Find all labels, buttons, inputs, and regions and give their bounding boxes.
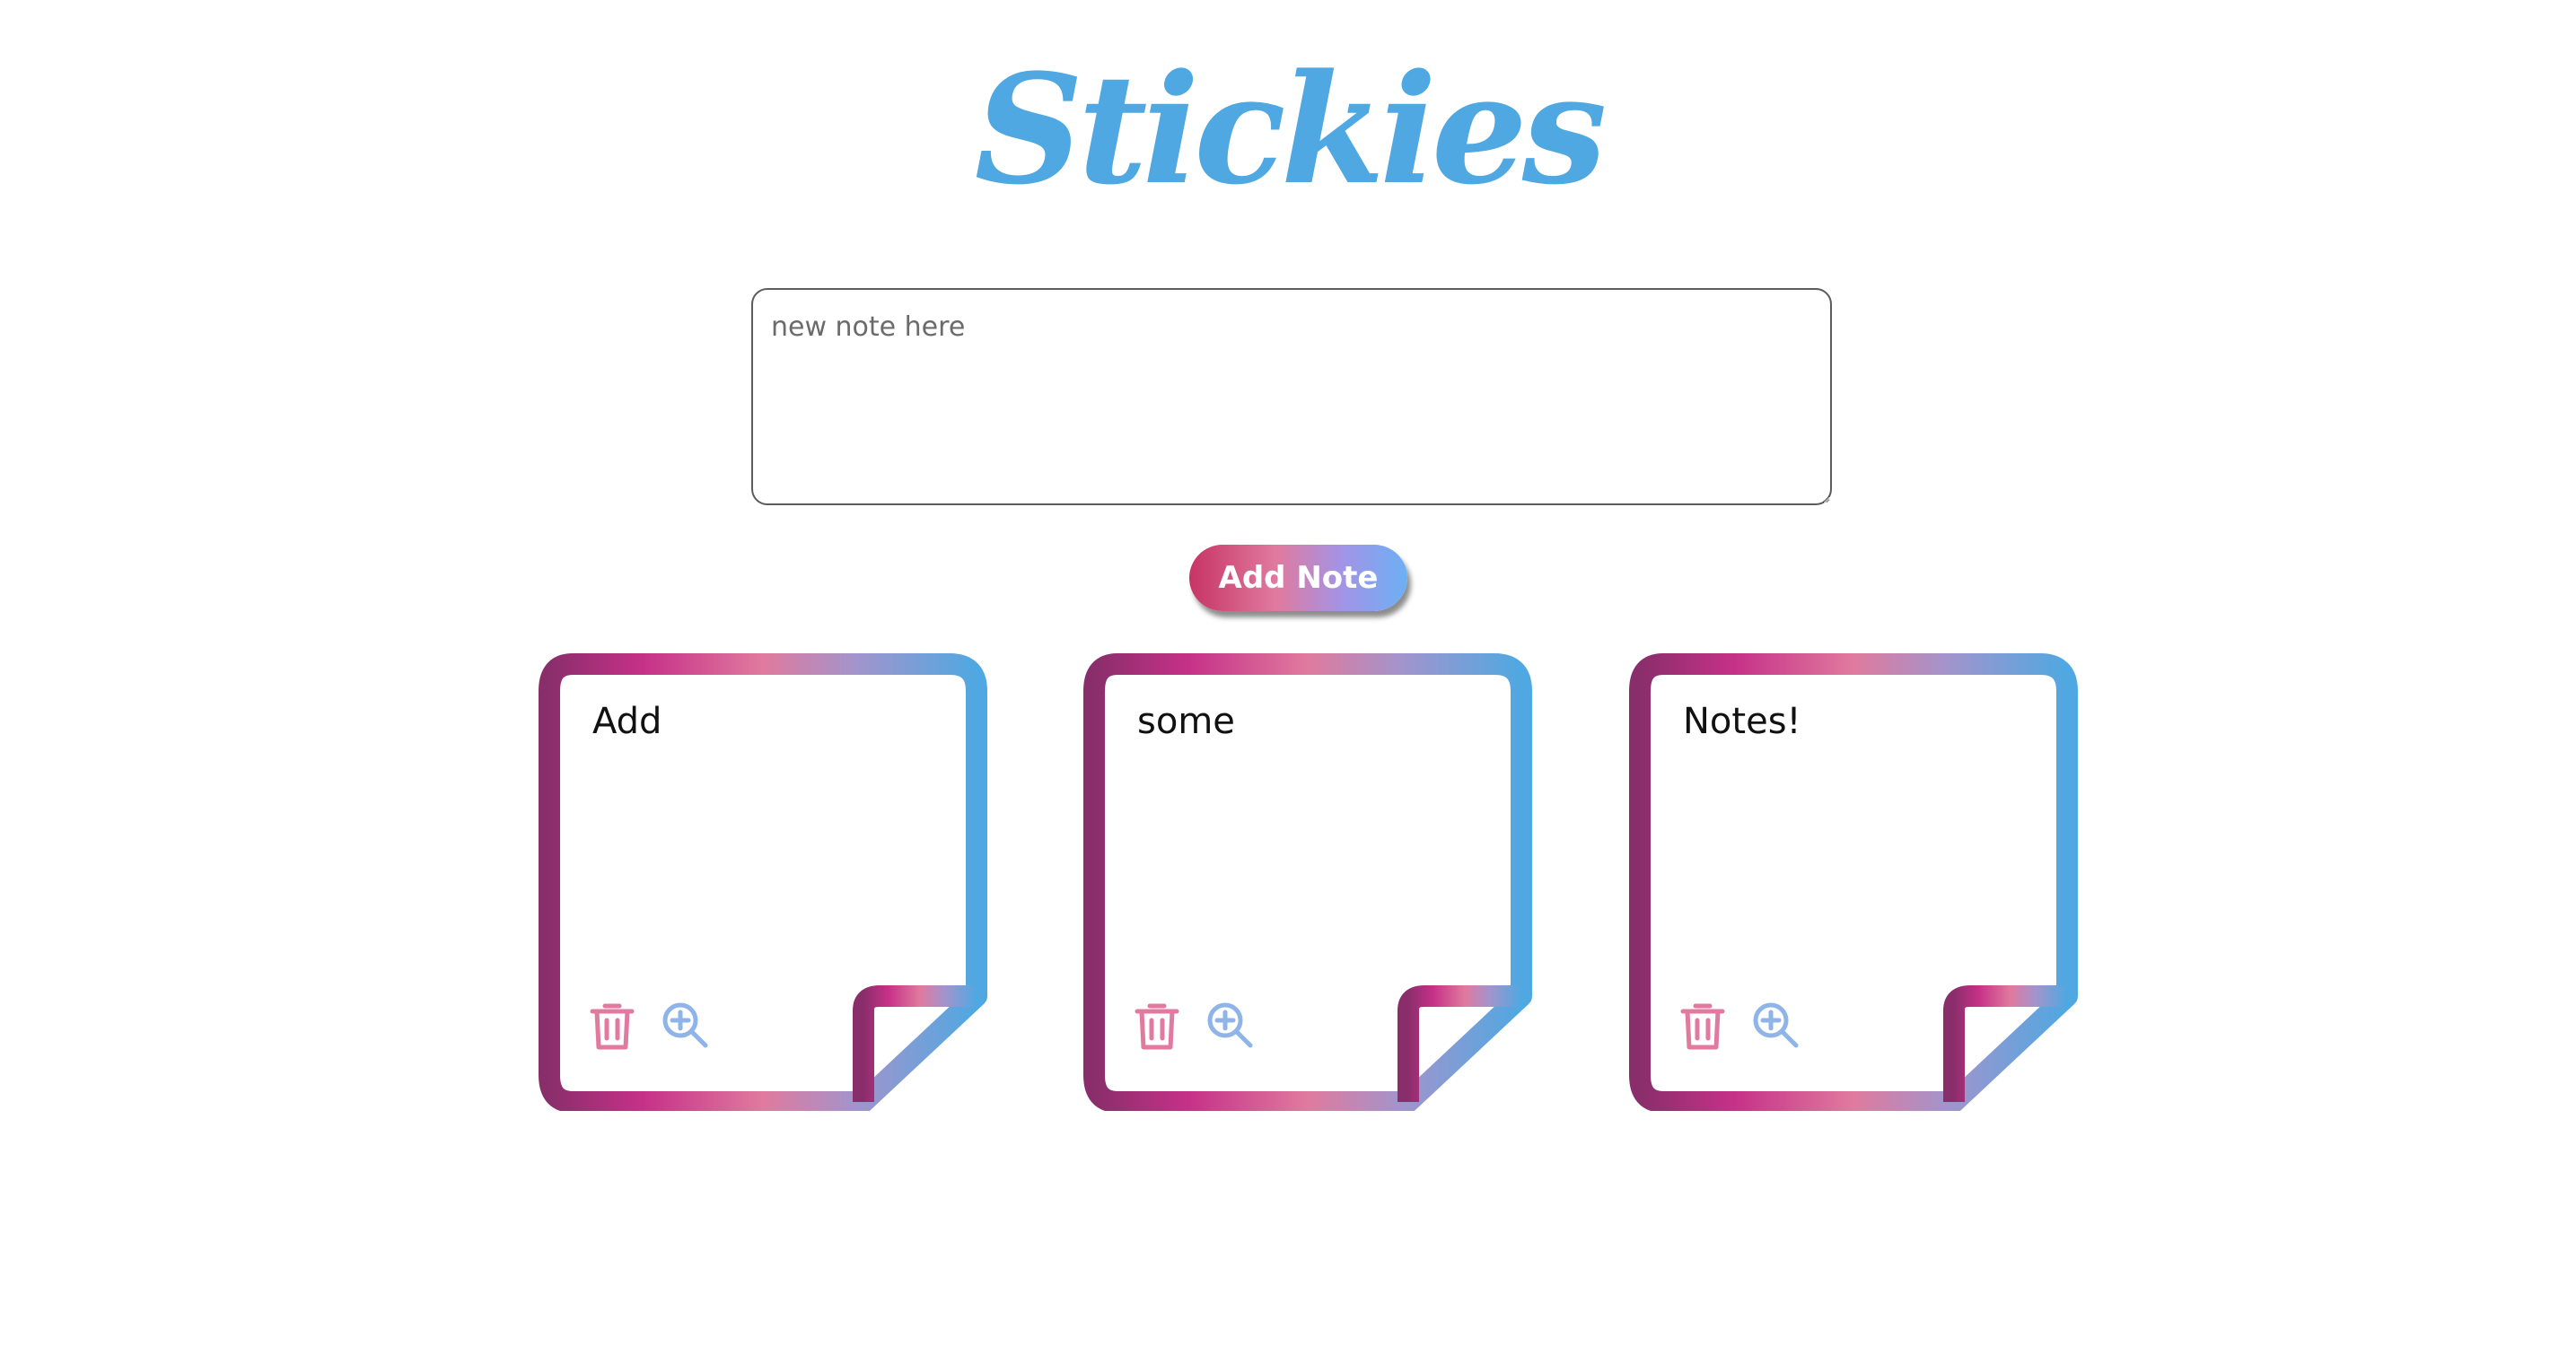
note-text: some bbox=[1137, 701, 1235, 742]
sticky-note: Notes! bbox=[1629, 653, 2078, 1111]
zoom-in-icon[interactable] bbox=[661, 999, 711, 1053]
sticky-note: some bbox=[1083, 653, 1532, 1111]
zoom-in-icon[interactable] bbox=[1205, 999, 1256, 1053]
trash-icon[interactable] bbox=[1678, 999, 1728, 1053]
zoom-in-icon[interactable] bbox=[1751, 999, 1801, 1053]
trash-icon[interactable] bbox=[1132, 999, 1182, 1053]
add-note-button[interactable]: Add Note bbox=[1189, 545, 1407, 611]
sticky-note: Add bbox=[539, 653, 987, 1111]
app-title: Stickies bbox=[974, 40, 1608, 218]
note-text: Add bbox=[592, 701, 662, 742]
note-text: Notes! bbox=[1683, 701, 1801, 742]
new-note-input[interactable] bbox=[751, 288, 1832, 505]
trash-icon[interactable] bbox=[587, 999, 637, 1053]
